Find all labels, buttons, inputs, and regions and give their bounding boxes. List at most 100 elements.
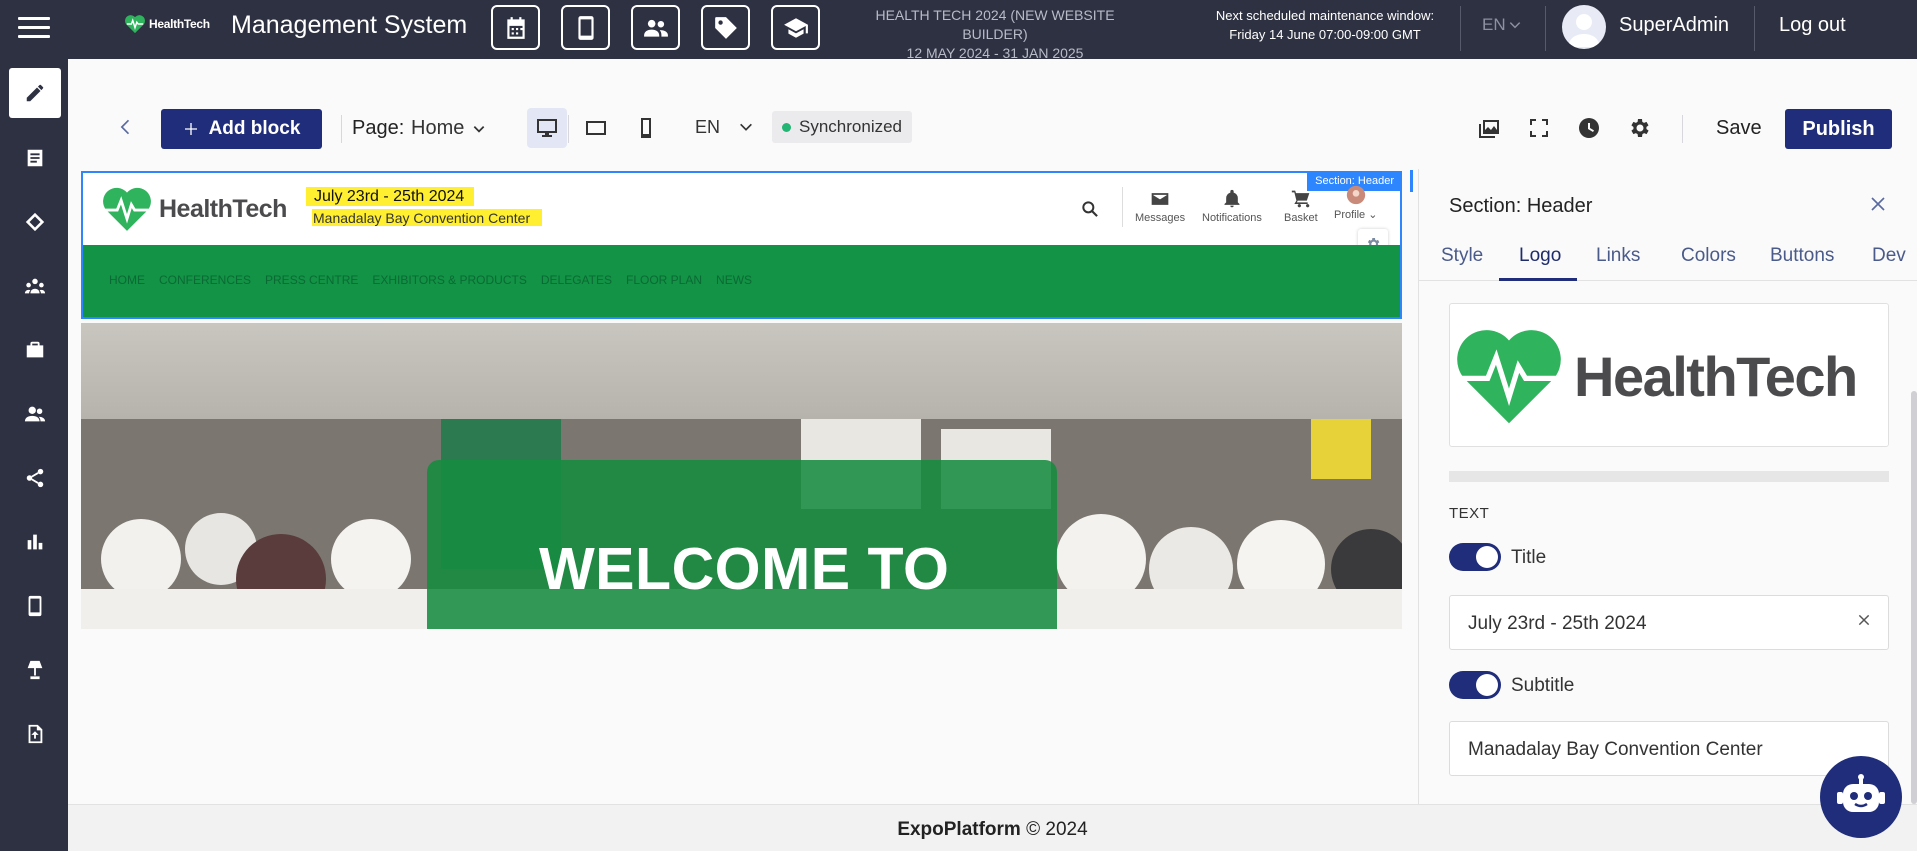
site-nav-link[interactable]: CONFERENCES xyxy=(159,273,251,287)
sidebar-item-network[interactable] xyxy=(9,261,61,311)
people-button[interactable] xyxy=(631,5,680,50)
site-logo[interactable]: HealthTech xyxy=(99,185,287,233)
images-icon xyxy=(1479,120,1499,138)
language-value: EN xyxy=(1482,15,1506,34)
sidebar-item-edit[interactable] xyxy=(9,68,61,118)
tablet-icon xyxy=(586,121,606,135)
mobile-view-button[interactable] xyxy=(626,108,666,148)
sidebar-item-users[interactable] xyxy=(9,389,61,439)
site-nav-link[interactable]: EXHIBITORS & PRODUCTS xyxy=(372,273,526,287)
tab-logo[interactable]: Logo xyxy=(1519,245,1561,267)
edit-icon xyxy=(26,84,44,102)
tags-button[interactable] xyxy=(701,5,750,50)
desktop-view-button[interactable] xyxy=(527,108,567,148)
page-selector[interactable]: Home xyxy=(411,117,486,140)
content-language-selector[interactable]: EN xyxy=(695,117,720,138)
site-nav-link[interactable]: DELEGATES xyxy=(541,273,612,287)
sidebar-item-share[interactable] xyxy=(9,453,61,503)
robot-icon xyxy=(1837,774,1885,812)
site-nav-link[interactable]: PRESS CENTRE xyxy=(265,273,358,287)
sidebar-item-briefcase[interactable] xyxy=(9,325,61,375)
history-button[interactable] xyxy=(1575,114,1603,142)
title-toggle[interactable] xyxy=(1449,543,1501,571)
tablet-view-button[interactable] xyxy=(576,108,616,148)
title-input[interactable]: July 23rd - 25th 2024 xyxy=(1449,595,1889,650)
page-canvas[interactable]: Section: Header HealthTech July 23rd - 2… xyxy=(68,169,1409,804)
tab-dev[interactable]: Dev xyxy=(1872,245,1906,267)
logout-button[interactable]: Log out xyxy=(1779,14,1846,37)
messages-link[interactable]: Messages xyxy=(1135,189,1185,224)
app-title: Management System xyxy=(231,11,468,39)
clear-icon[interactable] xyxy=(1856,612,1872,628)
footer-brand[interactable]: ExpoPlatform xyxy=(897,819,1021,840)
site-header-subtitle[interactable]: Manadalay Bay Convention Center xyxy=(312,209,543,226)
language-selector[interactable]: EN xyxy=(1482,15,1522,35)
tab-links[interactable]: Links xyxy=(1596,245,1640,267)
plus-icon xyxy=(184,123,197,135)
bell-icon xyxy=(1224,189,1240,208)
page-label: Page: xyxy=(352,117,405,139)
heart-pulse-icon xyxy=(125,15,145,34)
panel-title: Section: Header xyxy=(1449,195,1593,217)
top-bar: HealthTech Management System HEALTH TECH… xyxy=(0,0,1917,61)
site-header-title[interactable]: July 23rd - 25th 2024 xyxy=(306,187,475,206)
add-block-button[interactable]: Add block xyxy=(161,109,322,149)
graduation-cap-icon xyxy=(783,17,808,38)
publish-button[interactable]: Publish xyxy=(1785,109,1892,149)
site-nav-link[interactable]: HOME xyxy=(109,273,145,287)
tag-icon xyxy=(25,212,45,232)
tab-colors[interactable]: Colors xyxy=(1681,245,1736,267)
title-input-value: July 23rd - 25th 2024 xyxy=(1468,613,1647,634)
text-section-label: TEXT xyxy=(1449,505,1490,522)
divider xyxy=(1682,115,1683,143)
logo-size-slider[interactable] xyxy=(1449,471,1889,482)
chevron-down-icon[interactable] xyxy=(738,119,754,135)
fullscreen-button[interactable] xyxy=(1525,114,1553,142)
mobile-app-button[interactable] xyxy=(561,5,610,50)
site-nav-link[interactable]: FLOOR PLAN xyxy=(626,273,702,287)
page-selector-value: Home xyxy=(411,117,465,139)
sidebar-item-mobile[interactable] xyxy=(9,581,61,631)
panel-scrollbar[interactable] xyxy=(1911,391,1917,804)
tab-style[interactable]: Style xyxy=(1441,245,1483,267)
avatar[interactable] xyxy=(1562,5,1606,49)
calendar-button[interactable] xyxy=(491,5,540,50)
file-upload-icon xyxy=(28,724,43,744)
footer-copyright: © 2024 xyxy=(1026,819,1088,840)
profile-link[interactable]: Profile ⌄ xyxy=(1334,185,1377,221)
user-name[interactable]: SuperAdmin xyxy=(1619,14,1729,37)
briefcase-icon xyxy=(26,341,44,358)
subtitle-input[interactable]: Manadalay Bay Convention Center xyxy=(1449,721,1889,776)
search-icon[interactable] xyxy=(1080,199,1100,219)
back-arrow-icon[interactable] xyxy=(116,117,136,137)
mobile-icon xyxy=(577,15,594,40)
sidebar-item-list[interactable] xyxy=(9,133,61,183)
section-settings-panel: Section: Header Style Logo Links Colors … xyxy=(1418,169,1917,804)
basket-link[interactable]: Basket xyxy=(1284,189,1318,224)
preview-header-section[interactable]: Section: Header HealthTech July 23rd - 2… xyxy=(81,171,1402,319)
site-nav-link[interactable]: NEWS xyxy=(716,273,752,287)
tab-buttons[interactable]: Buttons xyxy=(1770,245,1834,267)
sidebar-item-tags[interactable] xyxy=(9,197,61,247)
hero-welcome-text: WELCOME TO xyxy=(539,536,950,602)
sidebar-item-file-upload[interactable] xyxy=(9,709,61,759)
list-icon xyxy=(27,149,43,167)
logo-preview[interactable]: HealthTech xyxy=(1449,303,1889,447)
sidebar-item-lamp[interactable] xyxy=(9,645,61,695)
education-button[interactable] xyxy=(771,5,820,50)
media-library-button[interactable] xyxy=(1475,114,1503,142)
settings-button[interactable] xyxy=(1625,114,1653,142)
chatbot-button[interactable] xyxy=(1820,756,1902,838)
site-nav-bar: HOME CONFERENCES PRESS CENTRE EXHIBITORS… xyxy=(83,245,1400,317)
canvas-scrollbar[interactable] xyxy=(1410,170,1413,192)
subtitle-toggle[interactable] xyxy=(1449,671,1501,699)
notifications-link[interactable]: Notifications xyxy=(1202,189,1262,224)
hero-banner[interactable]: WELCOME TO xyxy=(81,323,1402,629)
divider xyxy=(1545,6,1546,51)
hamburger-menu-icon[interactable] xyxy=(18,17,50,41)
save-button[interactable]: Save xyxy=(1716,117,1762,140)
sidebar-item-analytics[interactable] xyxy=(9,517,61,567)
brand-logo[interactable]: HealthTech xyxy=(124,13,224,35)
close-icon[interactable] xyxy=(1869,195,1887,213)
mobile-icon xyxy=(641,118,651,138)
